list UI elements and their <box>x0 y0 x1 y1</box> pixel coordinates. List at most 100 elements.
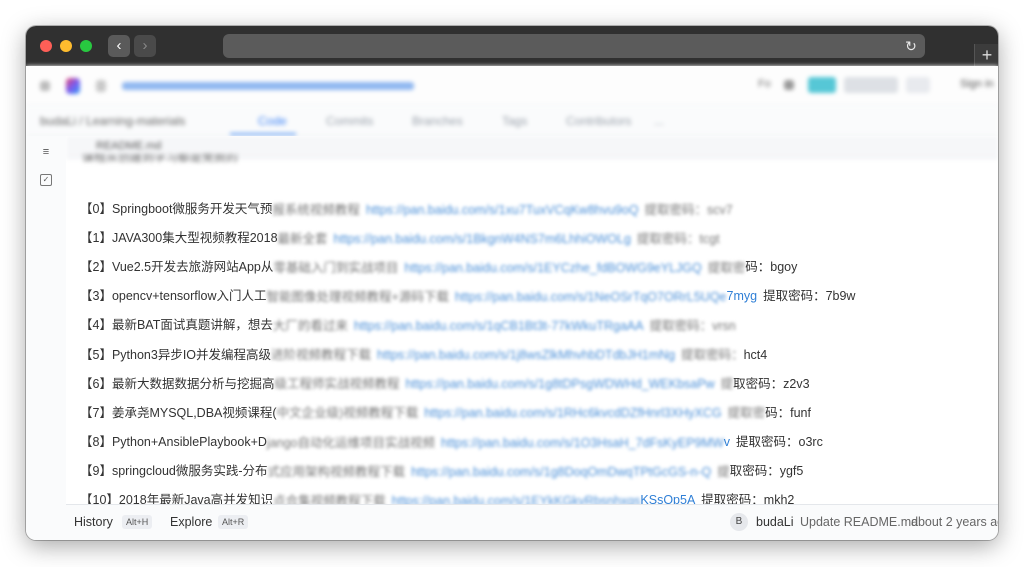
sign-in-link[interactable]: Sign in <box>960 78 994 90</box>
item-password: 提取密码：tcgt <box>636 231 720 246</box>
left-rail: ≡ ✓ <box>26 136 67 540</box>
item-title: 【4】最新BAT面试真题讲解，想去 <box>80 318 273 333</box>
item-link[interactable]: https://pan.baidu.com/s/1NeOSrTqO7ORrL5U… <box>455 288 727 306</box>
item-link[interactable]: https://pan.baidu.com/s/1BkgnW4NS7m6Lhhi… <box>334 230 631 248</box>
list-item: 【8】Python+AnsiblePlaybook+Django自动化运维项目实… <box>80 433 823 451</box>
list-item: 【6】最新大数据数据分析与挖掘高级工程师实战视频教程 https://pan.ba… <box>80 375 810 393</box>
list-item: 【3】opencv+tensorflow入门人工智能图像处理视频教程+源码下载 h… <box>80 287 855 305</box>
item-link[interactable]: https://pan.baidu.com/s/1EYCzhe_fdBOWG9e… <box>404 259 701 277</box>
list-item: 【10】2018年最新Java高并发知识点合集视频教程下载 https://pan… <box>80 491 794 504</box>
list-item: 【4】最新BAT面试真题讲解，想去大厂的看过来 https://pan.baidu… <box>80 316 736 334</box>
back-button[interactable]: ‹ <box>108 35 130 57</box>
item-link[interactable]: https://pan.baidu.com/s/1O3HsaH_7dFsKyEP… <box>441 434 724 452</box>
avatar[interactable]: B <box>730 513 748 531</box>
site-logo[interactable] <box>66 78 80 94</box>
item-title: 【1】JAVA300集大型视频教程2018 <box>80 231 278 246</box>
tab-branches[interactable]: Branches <box>412 114 463 128</box>
item-password: 提取密码：o3rc <box>736 434 823 449</box>
item-title-blurred: 式应用架构视频教程下载 <box>267 464 406 479</box>
new-tab-button[interactable]: + <box>974 44 998 66</box>
item-title-blurred: jango自动化运维项目实战视频 <box>266 435 436 450</box>
item-title-blurred: 零基础入门到实战项目 <box>273 260 399 275</box>
item-password: 提取密码：7b9w <box>763 289 856 304</box>
forward-button[interactable]: › <box>134 35 156 57</box>
list-item: 【5】Python3异步IO并发编程高级进阶视频教程下载 https://pan.… <box>80 346 767 364</box>
item-password: hct4 <box>743 347 768 362</box>
list-item: 【9】springcloud微服务实践-分布式应用架构视频教程下载 https:/… <box>80 462 803 480</box>
item-title: 【7】姜承尧MYSQL,DBA视频课程( <box>80 405 277 420</box>
pin-icon[interactable] <box>784 80 794 90</box>
history-icon[interactable] <box>96 80 106 92</box>
header-gray-button[interactable] <box>844 77 898 93</box>
item-title-blurred: 级工程师实战视频教程 <box>274 377 400 392</box>
item-link[interactable]: https://pan.baidu.com/s/1g8DoqOmDwqTPtGc… <box>411 463 711 481</box>
item-link[interactable]: https://pan.baidu.com/s/1RHc6kvcdDZfHnrl… <box>424 404 721 422</box>
browser-window: ‹ › ↻ + Fo Sign in budaLi / Learning-mat… <box>26 26 998 540</box>
item-title-blurred: 最新全套 <box>277 231 328 246</box>
tab-contributors[interactable]: Contributors <box>566 114 631 128</box>
browser-titlebar: ‹ › ↻ + <box>26 26 998 66</box>
explore-link[interactable]: Explore <box>170 515 212 529</box>
item-link[interactable]: https://pan.baidu.com/s/1g8tDPsgWDWHd_WE… <box>405 375 714 393</box>
item-password: 码：funf <box>765 405 811 420</box>
item-password-label-blurred: 提 <box>717 464 730 479</box>
item-password: 提取密码：mkh2 <box>701 493 795 504</box>
commit-time: about 2 years ago <box>911 515 998 529</box>
item-link[interactable]: https://pan.baidu.com/s/1j8wsZlkMhvhbDTd… <box>377 346 675 364</box>
history-link[interactable]: History <box>74 515 113 529</box>
item-title-blurred: 大厂的看过来 <box>272 319 348 334</box>
item-title: 【2】Vue2.5开发去旅游网站App从 <box>80 260 274 275</box>
item-title: 【9】springcloud微服务实践-分布 <box>80 463 268 478</box>
commit-message[interactable]: Update README.md <box>800 515 918 529</box>
cutoff-text: 课程从创建到学习都是免费的 <box>82 154 239 162</box>
item-link[interactable]: https://pan.baidu.com/s/1qCB1Bt3t-77kWku… <box>354 317 644 335</box>
menu-icon[interactable] <box>40 81 50 91</box>
item-title-blurred: 进阶视频教程下载 <box>271 348 372 363</box>
item-title: 【10】2018年最新Java高并发知识 <box>80 493 274 504</box>
minimize-window-button[interactable] <box>60 40 72 52</box>
item-password: 取密码：ygf5 <box>729 463 804 478</box>
active-tab-indicator <box>230 133 296 135</box>
tab-more[interactable]: ... <box>654 114 664 128</box>
item-password: 提取密码：vrsn <box>649 319 736 334</box>
list-item: 【1】JAVA300集大型视频教程2018最新全套 https://pan.bai… <box>80 229 720 247</box>
address-bar[interactable]: ↻ <box>223 34 925 58</box>
list-item: 【0】Springboot微服务开发天气预报系统视频教程 https://pan.… <box>80 200 733 218</box>
item-title-blurred: 中文企业级)视频教程下载 <box>276 406 419 421</box>
close-window-button[interactable] <box>40 40 52 52</box>
file-list-icon[interactable]: ≡ <box>40 146 52 158</box>
repo-url-bar[interactable] <box>122 82 414 90</box>
edit-icon[interactable]: ✓ <box>40 174 52 186</box>
item-title: 【0】Springboot微服务开发天气预 <box>80 202 273 216</box>
zoom-window-button[interactable] <box>80 40 92 52</box>
item-password-label-blurred: 提取密 <box>707 260 746 275</box>
item-link[interactable]: https://pan.baidu.com/s/1xu7TuxVCqKw8hvu… <box>366 201 639 219</box>
header-right-a[interactable]: Fo <box>758 78 771 90</box>
item-password: 码：bgoy <box>745 260 798 275</box>
item-title: 【5】Python3异步IO并发编程高级 <box>80 347 272 362</box>
site-header: Fo Sign in <box>26 66 998 107</box>
file-name: README.md <box>96 140 162 152</box>
item-password-label-blurred: 提取密 <box>727 406 766 421</box>
item-password-label-blurred: 提 <box>720 377 734 392</box>
item-link-visible[interactable]: KSsOp5A <box>640 493 695 504</box>
item-link-visible[interactable]: 7myg <box>727 289 758 303</box>
item-password: 提取密码：scv7 <box>644 202 733 217</box>
item-password-label-blurred: 提取密码： <box>681 348 744 363</box>
status-footer: History Alt+H Explore Alt+R B budaLi Upd… <box>66 504 998 540</box>
commit-author[interactable]: budaLi <box>756 515 794 529</box>
tab-code[interactable]: Code <box>258 114 287 128</box>
tab-commits[interactable]: Commits <box>326 114 373 128</box>
reload-icon[interactable]: ↻ <box>903 38 919 54</box>
item-title-blurred: 点合集视频教程下载 <box>273 493 386 504</box>
item-title: 【3】opencv+tensorflow入门人工 <box>80 289 267 304</box>
item-link[interactable]: https://pan.baidu.com/s/1EYkKGkvRbsnhxgs <box>392 492 641 504</box>
item-link-visible[interactable]: v <box>724 435 730 449</box>
list-item: 【7】姜承尧MYSQL,DBA视频课程(中文企业级)视频教程下载 https://… <box>80 404 811 422</box>
repo-breadcrumb[interactable]: budaLi / Learning-materials <box>40 114 185 128</box>
item-title-blurred: 智能图像处理视频教程+源码下载 <box>266 290 449 304</box>
cutoff-text-line: 课程从创建到学习都是免费的 <box>82 154 242 162</box>
header-square-button[interactable] <box>906 77 930 93</box>
tab-tags[interactable]: Tags <box>502 114 527 128</box>
header-pill-button[interactable] <box>808 77 836 93</box>
